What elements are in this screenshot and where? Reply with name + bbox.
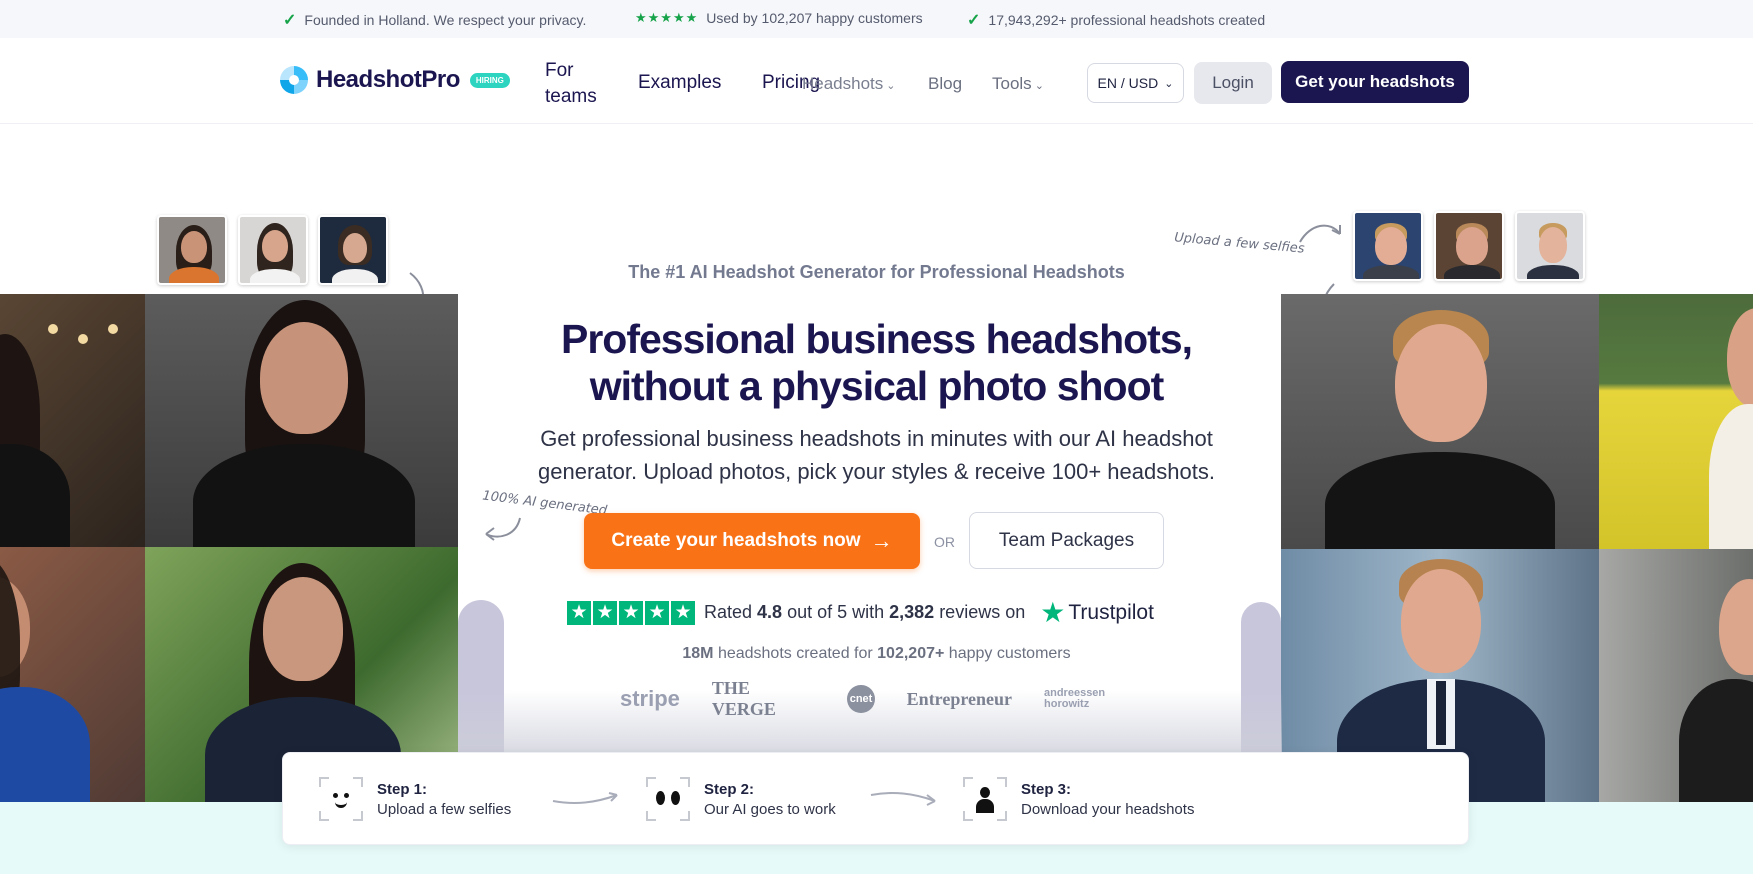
hero-subtitle-line1: Get professional business headshots in m… [540, 426, 1213, 451]
privacy-text: Founded in Holland. We respect your priv… [304, 12, 587, 28]
the-verge-logo: THE VERGE [711, 678, 776, 719]
headshots-count: 18M headshots created for 102,207+ happy… [0, 645, 1753, 663]
a16z-logo: andreessen horowitz [1044, 687, 1106, 710]
ai-eyes-icon [646, 777, 690, 821]
create-headshots-label: Create your headshots now [611, 530, 861, 551]
language-select[interactable]: EN / USD ⌄ [1087, 63, 1184, 103]
headshot-photo [0, 547, 145, 802]
trustpilot-logo: ★ Trustpilot [1040, 596, 1154, 629]
hiring-badge[interactable]: HIRING [469, 72, 510, 88]
trustpilot-name: Trustpilot [1068, 600, 1154, 624]
step-3-label: Step 3: [1021, 780, 1072, 798]
hero-subtitle-line2: generator. Upload photos, pick your styl… [538, 459, 1215, 484]
step-arrow-icon [870, 792, 936, 806]
person-silhouette-icon [963, 777, 1007, 821]
rating-suffix: reviews on [939, 602, 1026, 622]
privacy-note: ✓ Founded in Holland. We respect your pr… [283, 10, 586, 30]
language-label: EN / USD [1097, 75, 1159, 91]
check-icon: ✓ [283, 12, 297, 29]
create-headshots-button[interactable]: Create your headshots now → [584, 513, 920, 569]
count-total: 18M [682, 645, 714, 662]
rating-mid: out of 5 with [787, 602, 885, 622]
step-1-label: Step 1: [377, 780, 428, 798]
entrepreneur-logo: Entrepreneur [906, 688, 1012, 709]
nav-blog[interactable]: Blog [928, 74, 962, 94]
created-note: ✓ 17,943,292+ professional headshots cre… [967, 10, 1265, 30]
rating-reviews: 2,382 [889, 602, 935, 622]
trustpilot-rating[interactable]: ★ ★ ★ ★ ★ Rated 4.8 out of 5 with 2,382 … [567, 596, 1154, 629]
customers-text: Used by 102,207 happy customers [706, 10, 923, 26]
curved-arrow-icon [1299, 224, 1341, 243]
rating-prefix: Rated [704, 602, 753, 622]
created-text: 17,943,292+ professional headshots creat… [988, 12, 1266, 28]
count-text-end: happy customers [948, 645, 1071, 662]
logo-text: HeadshotPro [316, 66, 460, 93]
step-2-label: Step 2: [704, 780, 755, 798]
headshot-photo [1599, 549, 1753, 802]
nav-for-teams[interactable]: For teams [545, 58, 615, 110]
count-text: headshots created for [717, 645, 873, 662]
steps-card: Step 1: Upload a few selfies Step 2: Our… [282, 752, 1469, 845]
rating-score: 4.8 [757, 602, 783, 622]
star-icon: ★ [671, 600, 695, 625]
nav-tools-label: Tools [992, 74, 1032, 93]
press-logos: stripe THE VERGE cnet Entrepreneur andre… [620, 678, 1120, 720]
or-separator: OR [934, 534, 955, 550]
selfie-face-icon [319, 777, 363, 821]
stars-icon: ★★★★★ [635, 10, 699, 25]
customers-note: ★★★★★ Used by 102,207 happy customers [635, 10, 923, 26]
get-headshots-button[interactable]: Get your headshots [1281, 61, 1469, 103]
step-2-desc: Our AI goes to work [704, 800, 836, 818]
star-icon: ★ [593, 600, 617, 625]
step-arrow-icon [552, 792, 618, 804]
stripe-logo: stripe [620, 686, 680, 711]
star-icon: ★ [567, 600, 591, 625]
chevron-down-icon: ⌄ [1164, 77, 1174, 90]
hero-title-line2: without a physical photo shoot [589, 363, 1165, 409]
step-3: Step 3: Download your headshots [963, 777, 1194, 821]
curved-arrow-icon [485, 517, 521, 541]
star-icon: ★ [619, 600, 643, 625]
step-3-desc: Download your headshots [1021, 800, 1195, 818]
cnet-logo: cnet [847, 685, 875, 713]
logo[interactable]: HeadshotPro HIRING [280, 66, 510, 94]
nav-headshots-label: Headshots [802, 74, 884, 93]
chevron-down-icon: ⌄ [1034, 80, 1044, 92]
step-1-desc: Upload a few selfies [377, 800, 512, 818]
check-icon: ✓ [967, 12, 981, 29]
hero-tagline: The #1 AI Headshot Generator for Profess… [628, 262, 1125, 282]
hero-subtitle: Get professional business headshots in m… [0, 422, 1753, 488]
trustpilot-star-icon: ★ [1040, 597, 1066, 628]
step-2: Step 2: Our AI goes to work [646, 777, 836, 821]
login-button[interactable]: Login [1194, 62, 1272, 104]
hero-title-line1: Professional business headshots, [560, 316, 1193, 362]
nav-headshots[interactable]: Headshots ⌄ [802, 74, 896, 94]
team-packages-button[interactable]: Team Packages [969, 512, 1164, 569]
arrow-right-icon: → [870, 528, 893, 553]
logo-icon [280, 66, 308, 94]
main-nav: HeadshotPro HIRING For teams Examples Pr… [0, 38, 1753, 124]
rating-stars: ★ ★ ★ ★ ★ [567, 600, 695, 625]
hero-title: Professional business headshots, without… [0, 316, 1753, 410]
chevron-down-icon: ⌄ [886, 80, 896, 92]
count-customers: 102,207+ [877, 645, 945, 662]
nav-examples[interactable]: Examples [638, 72, 721, 94]
step-1: Step 1: Upload a few selfies [319, 777, 511, 821]
annotation-upload: Upload a few selfies [1173, 230, 1306, 257]
announcement-bar: ✓ Founded in Holland. We respect your pr… [0, 0, 1753, 38]
nav-tools[interactable]: Tools ⌄ [992, 74, 1044, 94]
star-icon: ★ [645, 600, 669, 625]
